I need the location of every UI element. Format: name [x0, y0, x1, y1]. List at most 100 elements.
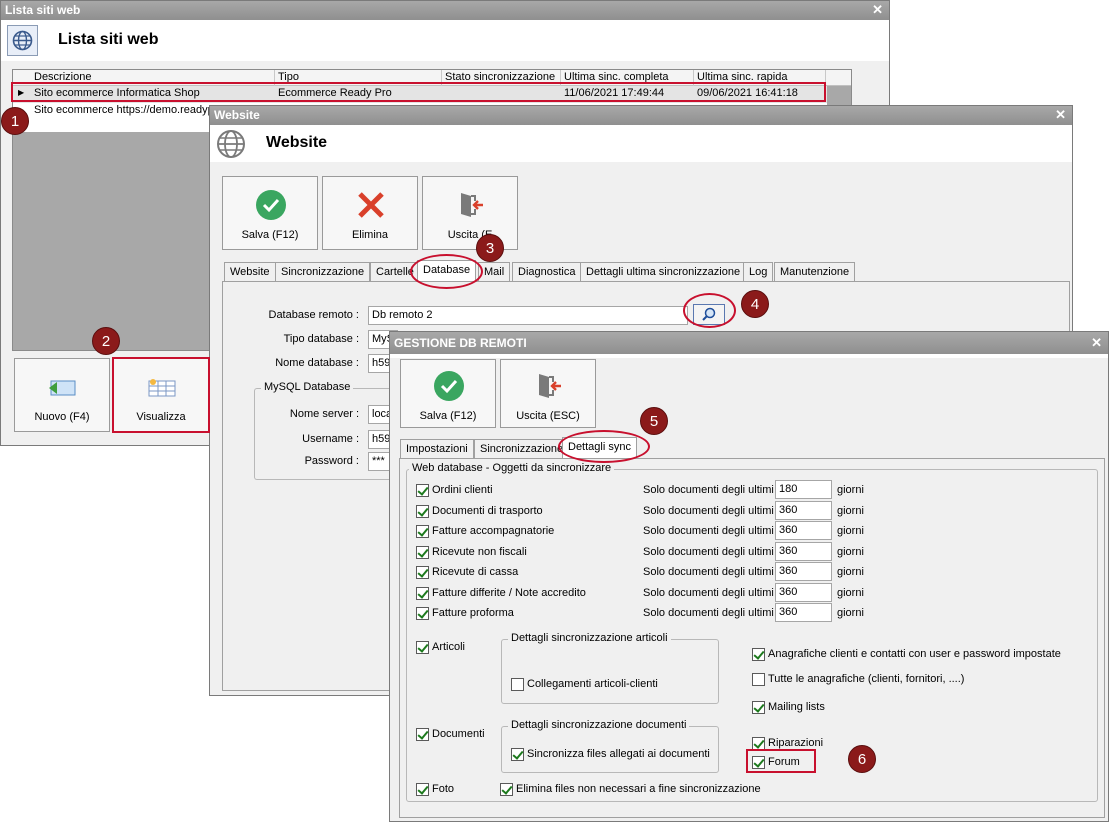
- gestione-toolbar-divider: [390, 354, 1108, 358]
- articoli-details-group: Dettagli sincronizzazione articoli: [501, 632, 719, 704]
- lista-title-bar: Lista siti web ✕: [1, 1, 889, 20]
- globe-icon: [215, 128, 247, 163]
- allegati-label: Sincronizza files allegati ai documenti: [527, 748, 710, 760]
- tab-sincronizzazione[interactable]: Sincronizzazione: [275, 262, 371, 281]
- website-header: Website: [210, 125, 1072, 162]
- doc-sync-checkbox[interactable]: [416, 484, 429, 497]
- elimina-button[interactable]: Elimina: [322, 176, 418, 250]
- gestione-salva-label: Salva (F12): [419, 410, 477, 422]
- db-remoto-label: Database remoto :: [268, 309, 360, 321]
- doc-sync-checkbox[interactable]: [416, 505, 429, 518]
- allegati-checkbox[interactable]: [511, 748, 524, 761]
- nuovo-label: Nuovo (F4): [34, 411, 90, 423]
- days-field[interactable]: 360: [775, 501, 832, 520]
- doc-sync-checkbox[interactable]: [416, 587, 429, 600]
- delete-x-icon: [355, 189, 387, 224]
- solo-documenti-label: Solo documenti degli ultimi: [643, 525, 774, 537]
- elimina-files-checkbox[interactable]: [500, 783, 513, 796]
- lista-header: Lista siti web: [1, 20, 889, 61]
- check-icon: [255, 189, 287, 224]
- step-badge-6: 6: [848, 745, 876, 773]
- globe-icon: [7, 25, 38, 56]
- nuovo-button[interactable]: Nuovo (F4): [14, 358, 110, 432]
- website-salva-button[interactable]: Salva (F12): [222, 176, 318, 250]
- articoli-label: Articoli: [432, 641, 466, 653]
- days-field[interactable]: 360: [775, 542, 832, 561]
- doc-sync-label: Ricevute non fiscali: [432, 546, 527, 558]
- tab-log[interactable]: Log: [743, 262, 774, 281]
- anagrafiche-label: Anagrafiche clienti e contatti con user …: [768, 648, 1061, 660]
- elimina-label: Elimina: [351, 229, 389, 241]
- website-page-title: Website: [266, 134, 328, 151]
- solo-documenti-label: Solo documenti degli ultimi: [643, 607, 774, 619]
- db-remoto-field[interactable]: Db remoto 2: [368, 306, 688, 325]
- lista-close-icon[interactable]: ✕: [872, 2, 883, 18]
- step-badge-3: 3: [476, 234, 504, 262]
- elimina-files-label: Elimina files non necessari a fine sincr…: [516, 783, 761, 795]
- tab-sincronizzazione[interactable]: Sincronizzazione: [474, 439, 570, 458]
- days-field[interactable]: 360: [775, 603, 832, 622]
- giorni-label: giorni: [837, 505, 864, 517]
- foto-label: Foto: [432, 783, 455, 795]
- documenti-checkbox[interactable]: [416, 728, 429, 741]
- website-uscita-button[interactable]: Uscita (E: [422, 176, 518, 250]
- riparazioni-label: Riparazioni: [768, 737, 824, 749]
- days-field[interactable]: 360: [775, 583, 832, 602]
- nome-db-label: Nome database :: [275, 357, 359, 369]
- solo-documenti-label: Solo documenti degli ultimi: [643, 566, 774, 578]
- doc-sync-checkbox[interactable]: [416, 566, 429, 579]
- website-close-icon[interactable]: ✕: [1055, 107, 1066, 123]
- salva-label: Salva (F12): [241, 229, 299, 241]
- doc-sync-checkbox[interactable]: [416, 546, 429, 559]
- gestione-window-title: GESTIONE DB REMOTI: [394, 336, 527, 350]
- gestione-uscita-button[interactable]: Uscita (ESC): [500, 359, 596, 428]
- tab-manutenzione[interactable]: Manutenzione: [774, 262, 856, 281]
- articoli-group-title: Dettagli sincronizzazione articoli: [508, 632, 671, 644]
- gestione-close-icon[interactable]: ✕: [1091, 335, 1102, 351]
- documenti-label: Documenti: [432, 728, 485, 740]
- collegamenti-checkbox[interactable]: [511, 678, 524, 691]
- website-window-title: Website: [214, 108, 260, 122]
- solo-documenti-label: Solo documenti degli ultimi: [643, 587, 774, 599]
- mysql-group-title: MySQL Database: [261, 381, 354, 393]
- highlight-database-tab: [410, 254, 483, 289]
- tab-diagnostica[interactable]: Diagnostica: [512, 262, 582, 281]
- giorni-label: giorni: [837, 587, 864, 599]
- doc-sync-label: Documenti di trasporto: [432, 505, 543, 517]
- tab-impostazioni[interactable]: Impostazioni: [400, 439, 474, 458]
- step-badge-2: 2: [92, 327, 120, 355]
- doc-sync-checkbox[interactable]: [416, 525, 429, 538]
- doc-sync-label: Fatture proforma: [432, 607, 514, 619]
- days-field[interactable]: 360: [775, 562, 832, 581]
- anagrafiche-checkbox[interactable]: [752, 648, 765, 661]
- highlight-visualizza: [112, 357, 210, 433]
- tutte-anagrafiche-label: Tutte le anagrafiche (clienti, fornitori…: [768, 673, 965, 685]
- tab-website[interactable]: Website: [224, 262, 276, 281]
- giorni-label: giorni: [837, 546, 864, 558]
- days-field[interactable]: 360: [775, 521, 832, 540]
- nuovo-icon: [47, 377, 77, 402]
- foto-checkbox[interactable]: [416, 783, 429, 796]
- tutte-anagrafiche-checkbox[interactable]: [752, 673, 765, 686]
- doc-sync-checkbox[interactable]: [416, 607, 429, 620]
- lista-window-title: Lista siti web: [5, 3, 81, 17]
- doc-sync-label: Ordini clienti: [432, 484, 493, 496]
- solo-documenti-label: Solo documenti degli ultimi: [643, 484, 774, 496]
- website-title-bar: Website ✕: [210, 106, 1072, 125]
- server-label: Nome server :: [289, 408, 359, 420]
- days-field[interactable]: 180: [775, 480, 832, 499]
- doc-sync-label: Ricevute di cassa: [432, 566, 519, 578]
- mailing-checkbox[interactable]: [752, 701, 765, 714]
- collegamenti-label: Collegamenti articoli-clienti: [527, 678, 658, 690]
- doc-sync-label: Fatture accompagnatorie: [432, 525, 555, 537]
- step-badge-5: 5: [640, 407, 668, 435]
- solo-documenti-label: Solo documenti degli ultimi: [643, 546, 774, 558]
- tab-dettagli-ultima-sincronizzazione[interactable]: Dettagli ultima sincronizzazione: [580, 262, 747, 281]
- giorni-label: giorni: [837, 607, 864, 619]
- gestione-uscita-label: Uscita (ESC): [516, 410, 580, 422]
- step-badge-1: 1: [1, 107, 29, 135]
- giorni-label: giorni: [837, 525, 864, 537]
- articoli-checkbox[interactable]: [416, 641, 429, 654]
- documenti-group-title: Dettagli sincronizzazione documenti: [508, 719, 690, 731]
- gestione-salva-button[interactable]: Salva (F12): [400, 359, 496, 428]
